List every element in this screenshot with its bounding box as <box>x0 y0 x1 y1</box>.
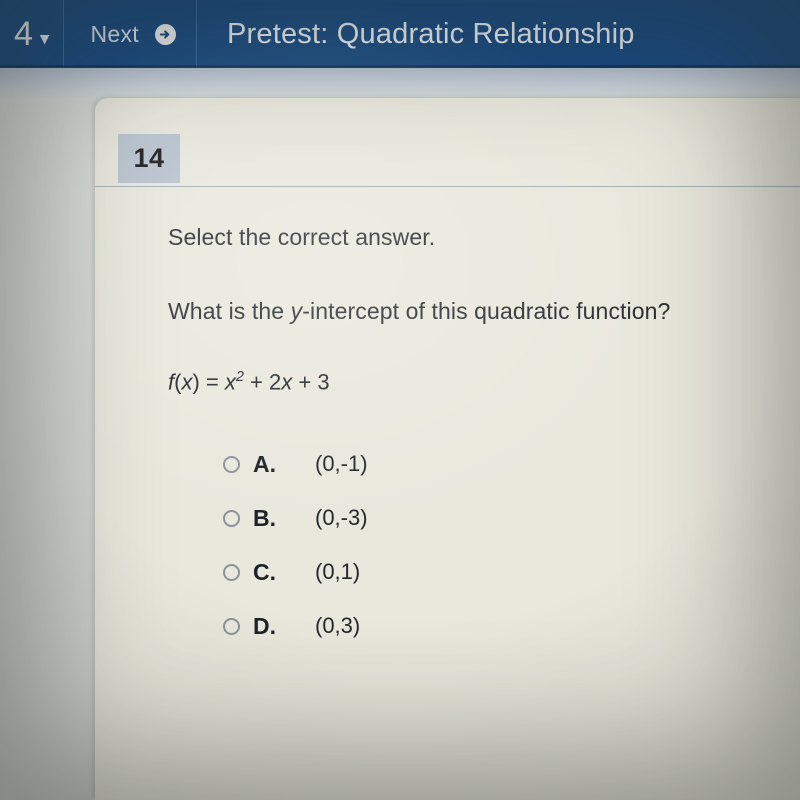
formula-term2-variable: x <box>281 369 293 395</box>
formula-close-paren: ) <box>192 369 200 395</box>
radio-button-c[interactable] <box>223 563 240 581</box>
instruction-text: Select the correct answer. <box>168 224 436 250</box>
next-button-label: Next <box>90 20 139 47</box>
chevron-down-icon[interactable]: ▾ <box>40 29 49 49</box>
formula-equals: = <box>199 369 225 395</box>
option-value-b: (0,-3) <box>315 505 368 531</box>
radio-button-d[interactable] <box>223 617 240 635</box>
question-text-part2: -intercept of this quadratic function? <box>302 298 671 324</box>
question-text: What is the y-intercept of this quadrati… <box>168 298 800 325</box>
option-value-c: (0,1) <box>315 559 361 585</box>
question-text-part1: What is the <box>168 298 291 324</box>
assessment-title: Pretest: Quadratic Relationship <box>226 17 635 50</box>
answer-options-list: A. (0,-1) B. (0,-3) C. (0,1) D. (0,3) <box>223 437 800 653</box>
option-value-a: (0,-1) <box>315 451 368 477</box>
screen-photo: 4 ▾ Next Pretest: Quadratic Relationship… <box>0 0 800 800</box>
option-letter-c: C. <box>253 558 276 585</box>
answer-option-a[interactable]: A. (0,-1) <box>223 437 800 491</box>
assessment-toolbar: 4 ▾ Next Pretest: Quadratic Relationship <box>0 0 800 68</box>
answer-option-b[interactable]: B. (0,-3) <box>223 491 800 545</box>
question-number-badge: 14 <box>118 134 180 183</box>
quadratic-function-formula: f(x) = x2 + 2x + 3 <box>168 369 800 395</box>
formula-term1-exponent: 2 <box>235 369 244 385</box>
radio-button-a[interactable] <box>223 455 240 473</box>
formula-term3-constant: + 3 <box>292 369 330 395</box>
question-number-dropdown[interactable]: 4 ▾ <box>0 0 63 68</box>
question-number-label: 4 <box>14 14 34 53</box>
toolbar-underbar <box>0 68 800 100</box>
option-letter-a: A. <box>253 450 276 477</box>
option-letter-d: D. <box>253 612 276 639</box>
formula-term2-coefficient: + 2 <box>243 369 282 395</box>
question-body: Select the correct answer. What is the y… <box>168 224 800 653</box>
arrow-right-circle-icon <box>154 23 176 45</box>
question-card: 14 Select the correct answer. What is th… <box>95 98 800 800</box>
next-button[interactable]: Next <box>64 0 196 68</box>
card-divider <box>95 186 800 187</box>
formula-term1-base: x <box>224 369 236 395</box>
formula-argument: x <box>181 369 193 395</box>
option-letter-b: B. <box>253 504 276 531</box>
answer-option-d[interactable]: D. (0,3) <box>223 599 800 653</box>
question-variable: y <box>290 298 303 324</box>
answer-option-c[interactable]: C. (0,1) <box>223 545 800 599</box>
option-value-d: (0,3) <box>315 613 361 639</box>
radio-button-b[interactable] <box>223 509 240 527</box>
